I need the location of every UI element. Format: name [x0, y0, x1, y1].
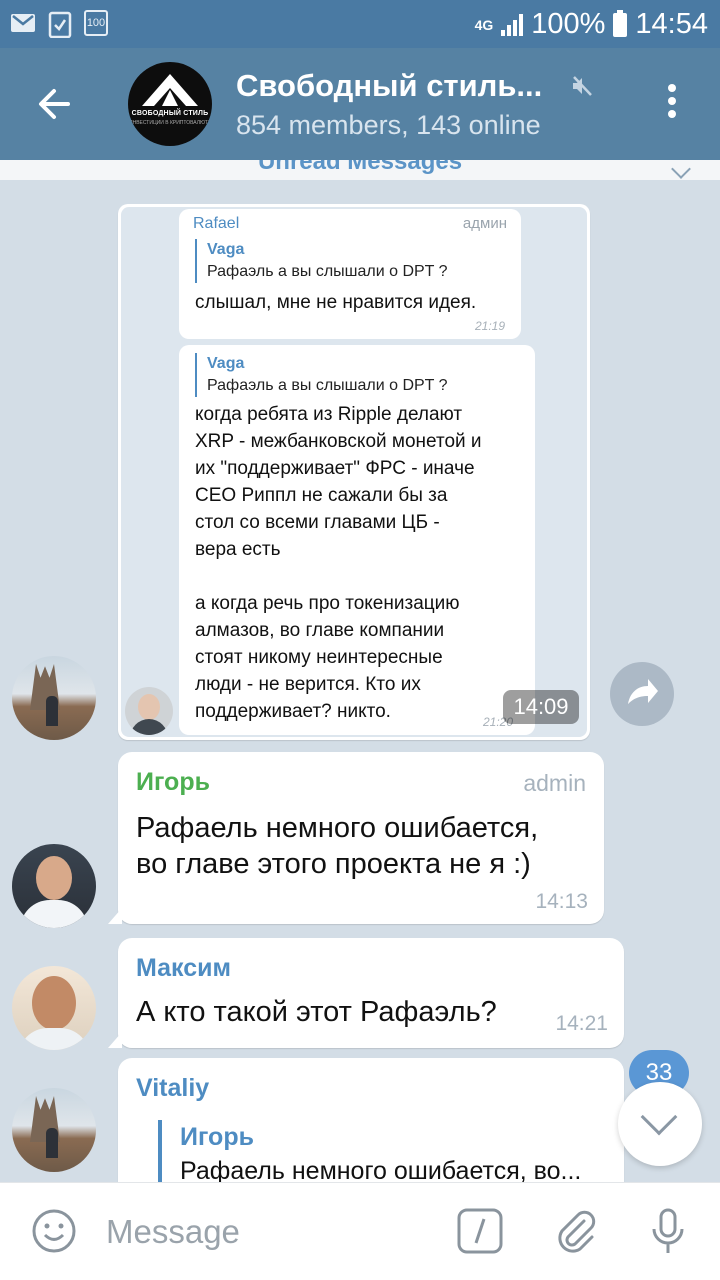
- more-menu-icon[interactable]: [662, 84, 682, 124]
- reply-text: Рафаель немного ошибается, во...: [180, 1157, 582, 1182]
- embedded-message: Vaga Рафаэль а вы слышали о DPT ? когда …: [179, 345, 535, 735]
- chat-header: СВОБОДНЫЙ СТИЛЬ ИНВЕСТИЦИИ В КРИПТОВАЛЮТ…: [0, 48, 720, 160]
- reply-sender: Игорь: [180, 1123, 254, 1151]
- message-bubble[interactable]: Vitaliy Игорь Рафаель немного ошибается,…: [118, 1058, 624, 1182]
- logo-subtext: ИНВЕСТИЦИИ В КРИПТОВАЛЮТУ: [128, 120, 212, 126]
- embedded-text: когда ребята из Ripple делают XRP - межб…: [195, 404, 482, 722]
- message-input-bar: Message: [0, 1182, 720, 1280]
- message-text: А кто такой этот Рафаэль?: [136, 996, 497, 1028]
- embedded-avatar: [125, 687, 173, 735]
- logo-text: СВОБОДНЫЙ СТИЛЬ: [131, 110, 209, 117]
- message-input[interactable]: Message: [106, 1213, 240, 1251]
- message-time: 14:21: [555, 1012, 608, 1035]
- battery-icon: [613, 9, 628, 37]
- share-button[interactable]: [610, 662, 674, 726]
- avatar[interactable]: [12, 966, 96, 1050]
- avatar[interactable]: [12, 1088, 96, 1172]
- mail-icon: [11, 14, 35, 32]
- share-arrow-icon: [628, 679, 658, 704]
- attach-icon[interactable]: [552, 1207, 600, 1255]
- embedded-reply: Vaga Рафаэль а вы слышали о DPT ?: [195, 353, 448, 397]
- unread-messages-divider: Unread Messages: [0, 160, 720, 180]
- scroll-down-button[interactable]: [618, 1082, 702, 1166]
- logo-mountain-icon: [142, 74, 198, 106]
- microphone-icon[interactable]: [644, 1207, 692, 1257]
- message-bubble[interactable]: Игорь admin Рафаель немного ошибается, в…: [118, 752, 604, 924]
- avatar[interactable]: [12, 844, 96, 928]
- message-time: 14:09: [503, 690, 579, 724]
- embedded-role: админ: [462, 215, 507, 232]
- clipboard-check-icon: [48, 11, 72, 38]
- chevron-down-icon: [640, 1098, 678, 1136]
- battery-percent: 100%: [531, 8, 606, 40]
- message-list[interactable]: Unread Messages Rafael админ Vaga Рафаэл…: [0, 160, 720, 1182]
- embedded-sender: Rafael: [193, 215, 240, 232]
- mute-icon: [573, 76, 592, 96]
- screenshot-image: Rafael админ Vaga Рафаэль а вы слышали о…: [121, 207, 587, 737]
- avatar[interactable]: [12, 656, 96, 740]
- photo-message[interactable]: Rafael админ Vaga Рафаэль а вы слышали о…: [118, 204, 590, 740]
- admin-badge: admin: [523, 770, 586, 796]
- chat-members-status: 854 members, 143 online: [236, 110, 541, 140]
- embedded-time: 21:19: [474, 319, 505, 333]
- sender-name[interactable]: Максим: [136, 954, 231, 983]
- signal-icon: [501, 13, 524, 36]
- message-text: Рафаель немного ошибается, во главе этог…: [136, 812, 539, 880]
- chat-title[interactable]: Свободный стиль...: [236, 68, 542, 104]
- chat-avatar[interactable]: СВОБОДНЫЙ СТИЛЬ ИНВЕСТИЦИИ В КРИПТОВАЛЮТ…: [128, 62, 212, 146]
- embedded-message: Rafael админ Vaga Рафаэль а вы слышали о…: [179, 209, 521, 339]
- sender-name[interactable]: Vitaliy: [136, 1074, 209, 1103]
- message-bubble[interactable]: Максим А кто такой этот Рафаэль? 14:21: [118, 938, 624, 1048]
- battery-saver-icon: 100: [84, 10, 108, 36]
- clock: 14:54: [635, 8, 708, 40]
- network-type: 4G: [474, 16, 494, 33]
- back-arrow-icon[interactable]: [28, 76, 84, 132]
- bot-command-icon[interactable]: [456, 1207, 504, 1255]
- embedded-text: слышал, мне не нравится идея.: [195, 292, 477, 313]
- embedded-reply: Vaga Рафаэль а вы слышали о DPT ?: [195, 239, 448, 283]
- message-time: 14:13: [535, 890, 588, 913]
- reply-quote[interactable]: Игорь Рафаель немного ошибается, во...: [158, 1120, 608, 1182]
- sender-name[interactable]: Игорь: [136, 768, 210, 797]
- emoji-icon[interactable]: [30, 1207, 78, 1255]
- status-bar: 100 4G 100% 14:54: [0, 0, 720, 48]
